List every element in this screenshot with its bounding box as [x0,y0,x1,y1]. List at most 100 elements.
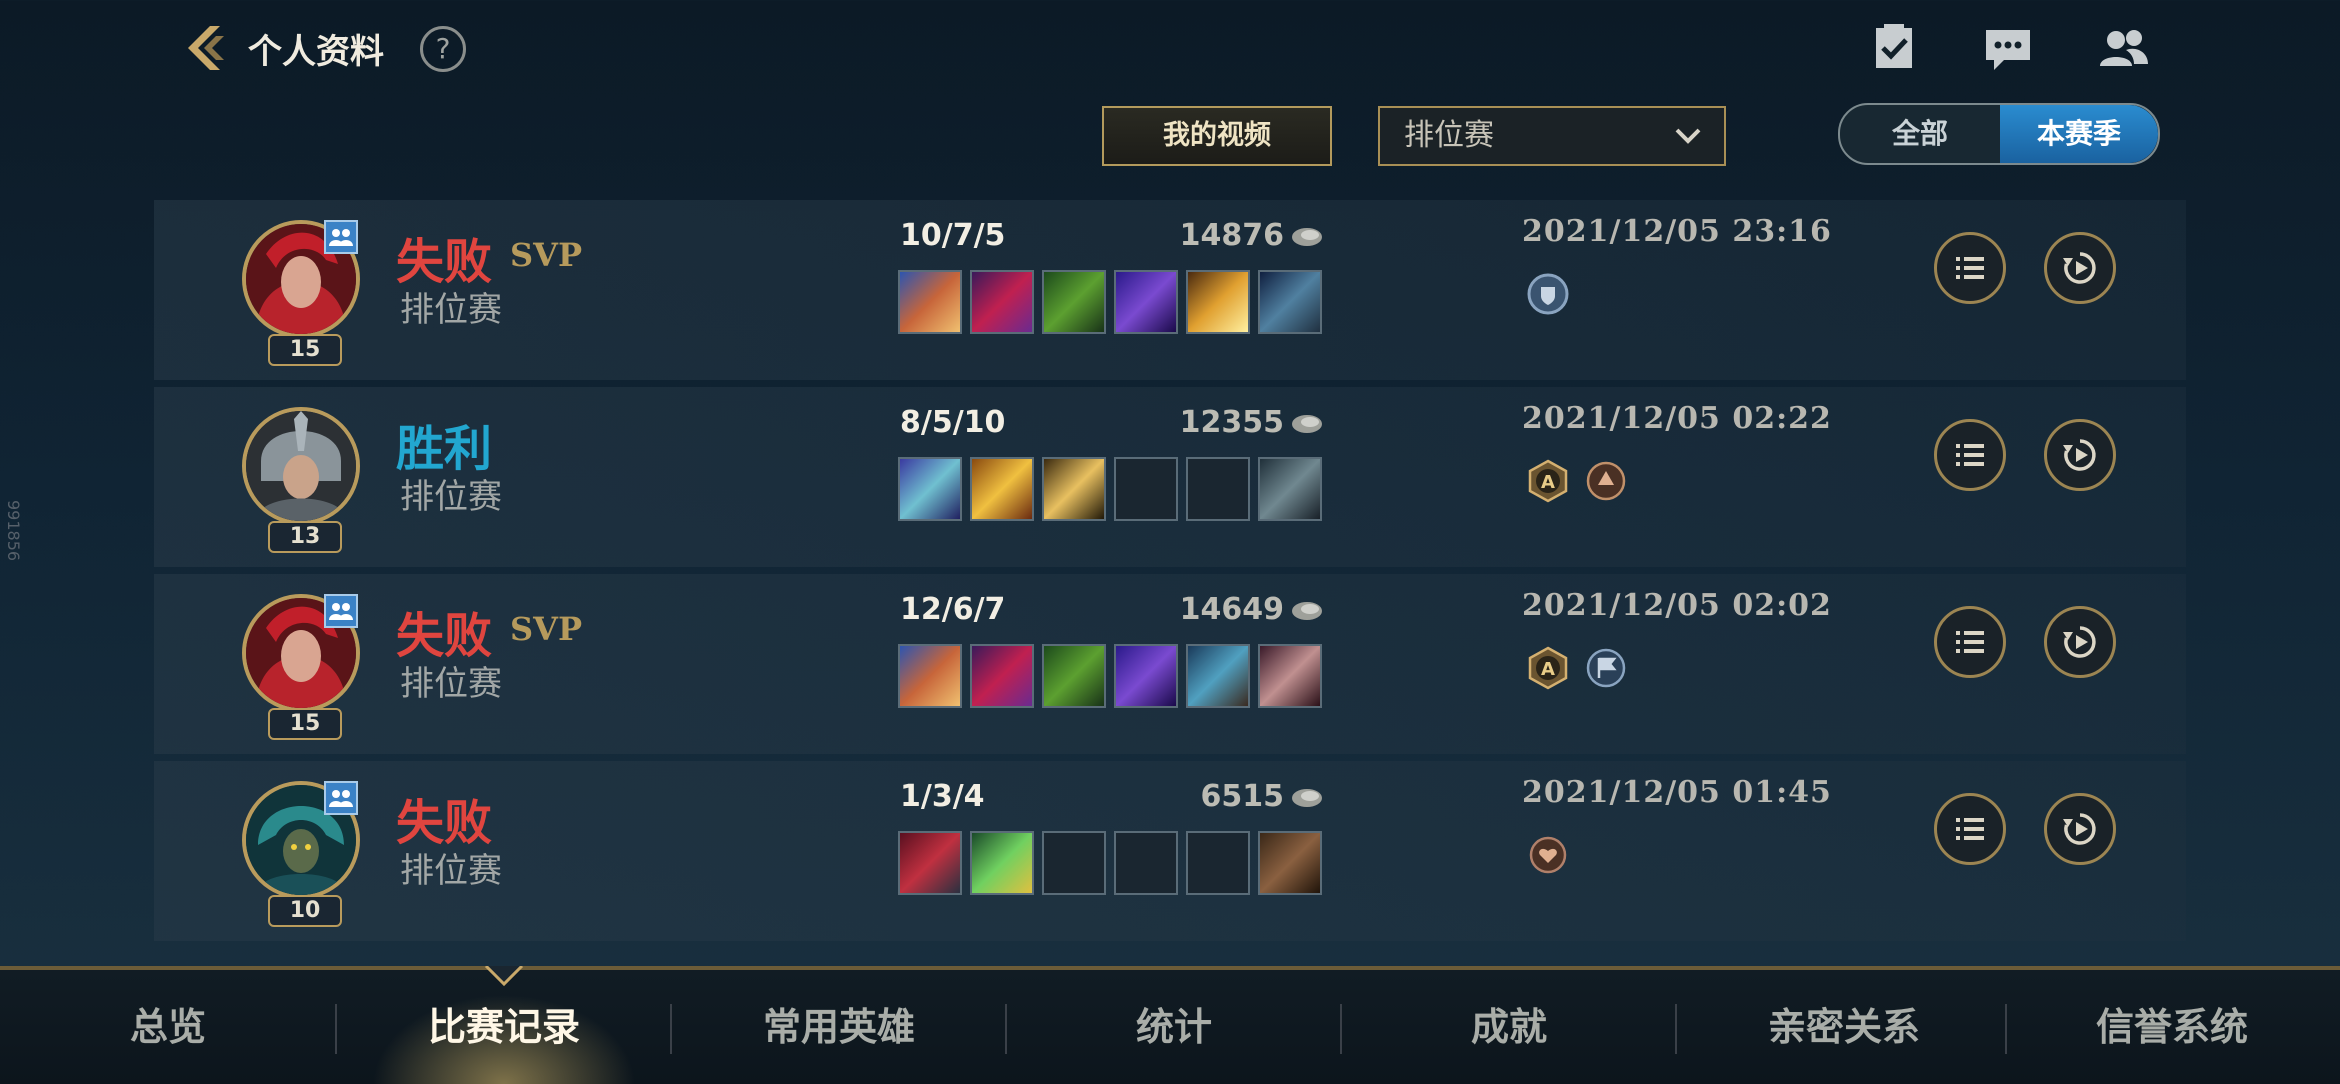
achievement-a-icon: A [1528,459,1568,503]
coin-icon [1292,227,1322,246]
gold-value: 12355 [1179,405,1284,440]
scope-toggle[interactable]: 全部 本赛季 [1838,103,2160,165]
item-slot[interactable] [1258,457,1322,521]
tab-achievements[interactable]: 成就 [1341,970,1677,1084]
shield-badge-icon [1527,273,1569,315]
match-date: 2021/12/05 02:02 [1522,588,1832,623]
item-slot[interactable] [1042,644,1106,708]
tab-common-heroes[interactable]: 常用英雄 [671,970,1007,1084]
gold-value: 14876 [1179,218,1284,253]
match-date: 2021/12/05 01:45 [1522,775,1832,810]
item-slot[interactable] [1042,270,1106,334]
svp-badge: SVP [510,236,582,274]
match-details-button[interactable] [1934,606,2006,678]
mode-select[interactable]: 排位赛 [1378,106,1726,166]
mode-select-value: 排位赛 [1404,118,1494,153]
replay-icon [2063,626,2096,658]
achievement-a-icon: A [1528,646,1568,690]
item-slot[interactable] [898,270,962,334]
tasks-icon[interactable] [1866,20,1922,76]
item-slot[interactable] [970,831,1034,895]
match-details-button[interactable] [1934,419,2006,491]
item-slot-empty[interactable] [1114,457,1178,521]
chat-icon[interactable] [1980,20,2036,76]
my-videos-button[interactable]: 我的视频 [1102,106,1332,166]
side-watermark: 991856 [4,500,23,562]
item-slot[interactable] [970,270,1034,334]
hero-level: 15 [268,334,342,366]
kda: 8/5/10 [900,405,1006,440]
item-slot-empty[interactable] [1114,831,1178,895]
scope-season-option[interactable]: 本赛季 [2000,105,2158,163]
match-mode: 排位赛 [400,664,502,704]
replay-button[interactable] [2044,793,2116,865]
item-slot[interactable] [898,644,962,708]
match-mode: 排位赛 [400,290,502,330]
chevron-down-icon [1675,128,1701,144]
kda: 12/6/7 [900,592,1006,627]
tab-overview[interactable]: 总览 [0,970,336,1084]
friends-icon[interactable] [2096,20,2152,76]
item-slot[interactable] [1258,270,1322,334]
hero-avatar [242,407,360,525]
hero-level: 13 [268,521,342,553]
item-slot[interactable] [898,457,962,521]
item-slot[interactable] [1258,644,1322,708]
replay-button[interactable] [2044,419,2116,491]
replay-button[interactable] [2044,606,2116,678]
item-slot[interactable] [1258,831,1322,895]
hero-level: 15 [268,708,342,740]
match-date: 2021/12/05 02:22 [1522,401,1832,436]
help-icon[interactable]: ? [420,26,466,72]
match-row[interactable]: 13 胜利 排位赛 8/5/10 12355 2021/12/05 02:22 … [154,387,2186,567]
list-icon [1956,631,1984,653]
coin-icon [1292,601,1322,620]
heart-badge-icon [1529,836,1567,874]
item-slot[interactable] [1042,457,1106,521]
gold-amount: 6515 [1094,779,1324,814]
item-slot[interactable] [1114,644,1178,708]
gold-value: 6515 [1200,779,1285,814]
gold-amount: 12355 [1094,405,1324,440]
item-slot[interactable] [1114,270,1178,334]
match-details-button[interactable] [1934,232,2006,304]
back-icon[interactable] [180,22,232,74]
coin-icon [1292,788,1322,807]
replay-icon [2063,252,2096,284]
scope-all-option[interactable]: 全部 [1840,105,2000,163]
item-slot[interactable] [970,644,1034,708]
item-slot[interactable] [1186,270,1250,334]
svp-badge: SVP [510,610,582,648]
party-icon [324,781,358,815]
replay-button[interactable] [2044,232,2116,304]
tab-reputation[interactable]: 信誉系统 [2004,970,2340,1084]
bottom-tab-bar: 总览 比赛记录 常用英雄 统计 成就 亲密关系 信誉系统 [0,966,2340,1084]
match-row[interactable]: 15 失败 SVP 排位赛 10/7/5 14876 2021/12/05 23… [154,200,2186,380]
replay-icon [2063,439,2096,471]
item-slot[interactable] [1186,644,1250,708]
party-icon [324,220,358,254]
tab-statistics[interactable]: 统计 [1006,970,1342,1084]
kda: 1/3/4 [900,779,985,814]
item-slot-empty[interactable] [1042,831,1106,895]
list-icon [1956,444,1984,466]
svg-text:A: A [1541,472,1555,493]
gold-amount: 14649 [1094,592,1324,627]
match-details-button[interactable] [1934,793,2006,865]
gold-amount: 14876 [1094,218,1324,253]
item-slot[interactable] [970,457,1034,521]
item-slot-empty[interactable] [1186,457,1250,521]
match-mode: 排位赛 [400,851,502,891]
list-icon [1956,818,1984,840]
match-row[interactable]: 15 失败 SVP 排位赛 12/6/7 14649 2021/12/05 02… [154,574,2186,754]
item-slot[interactable] [898,831,962,895]
tab-relationships[interactable]: 亲密关系 [1676,970,2012,1084]
page-title: 个人资料 [248,32,384,72]
item-slot-empty[interactable] [1186,831,1250,895]
svg-text:A: A [1541,659,1555,680]
list-icon [1956,257,1984,279]
replay-icon [2063,813,2096,845]
match-row[interactable]: 10 失败 排位赛 1/3/4 6515 2021/12/05 01:45 [154,761,2186,941]
flag-badge-icon [1586,648,1626,688]
party-icon [324,594,358,628]
